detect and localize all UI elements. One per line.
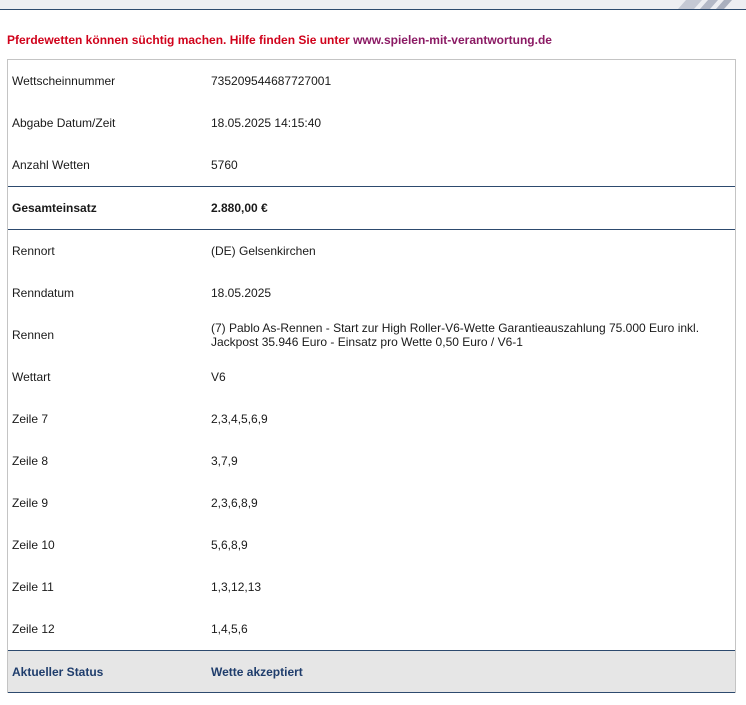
row-value: 735209544687727001 [211,74,332,88]
row-label: Zeile 10 [12,538,55,552]
row-label: Zeile 8 [12,454,49,468]
row-value: 5,6,8,9 [211,538,248,552]
row-label: Wettscheinnummer [12,74,116,88]
row-value: 3,7,9 [211,454,238,468]
top-banner [0,0,746,10]
status-value: Wette akzeptiert [211,664,303,679]
row-value: 5760 [211,158,238,172]
warning-text: Pferdewetten können süchtig machen. Hilf… [7,33,354,47]
row-label: Zeile 11 [12,580,54,594]
row-value: 1,4,5,6 [211,622,248,636]
row-label: Anzahl Wetten [12,158,90,172]
responsibility-link[interactable]: www.spielen-mit-verantwortung.de [353,33,552,47]
ticket-row: Rennort (DE) Gelsenkirchen [8,230,735,272]
row-label: Zeile 12 [12,622,55,636]
row-label: Rennort [12,244,55,258]
ticket-row: Zeile 11 1,3,12,13 [8,566,735,608]
ticket-row: Zeile 7 2,3,4,5,6,9 [8,398,735,440]
ticket-row: Zeile 10 5,6,8,9 [8,524,735,566]
race-description: (7) Pablo As-Rennen - Start zur High Rol… [211,321,700,349]
row-value: (DE) Gelsenkirchen [211,244,316,258]
ticket-row: Zeile 9 2,3,6,8,9 [8,482,735,524]
row-label: Zeile 9 [12,496,49,510]
row-label: Wettart [12,370,51,384]
ticket-row: Rennen (7) Pablo As-Rennen - Start zur H… [8,314,735,356]
row-value: 1,3,12,13 [211,580,262,594]
row-label: Abgabe Datum/Zeit [12,116,116,130]
ticket-row: Anzahl Wetten 5760 [8,144,735,187]
decorative-stripes-icon [678,0,732,9]
row-value: 18.05.2025 [211,286,272,300]
ticket-row: Zeile 12 1,4,5,6 [8,608,735,650]
row-value: 2,3,4,5,6,9 [211,412,268,426]
row-label: Renndatum [12,286,75,300]
ticket-row: Wettscheinnummer 735209544687727001 [8,60,735,102]
status-row: Aktueller Status Wette akzeptiert [8,650,735,693]
total-stake-row: Gesamteinsatz 2.880,00 € [8,187,735,230]
row-label: Rennen [12,328,55,342]
ticket-row: Abgabe Datum/Zeit 18.05.2025 14:15:40 [8,102,735,144]
row-value: 2,3,6,8,9 [211,496,258,510]
row-value: V6 [211,370,226,384]
ticket-row: Renndatum 18.05.2025 [8,272,735,314]
total-stake-label: Gesamteinsatz [12,201,97,215]
row-value: 18.05.2025 14:15:40 [211,116,322,130]
ticket-row: Zeile 8 3,7,9 [8,440,735,482]
total-stake-value: 2.880,00 € [211,201,268,215]
ticket-row: Wettart V6 [8,356,735,398]
gambling-warning: Pferdewetten können süchtig machen. Hilf… [7,33,737,47]
row-label: Zeile 7 [12,412,49,426]
status-label: Aktueller Status [12,664,104,679]
bet-ticket: Wettscheinnummer 735209544687727001 Abga… [7,59,736,693]
